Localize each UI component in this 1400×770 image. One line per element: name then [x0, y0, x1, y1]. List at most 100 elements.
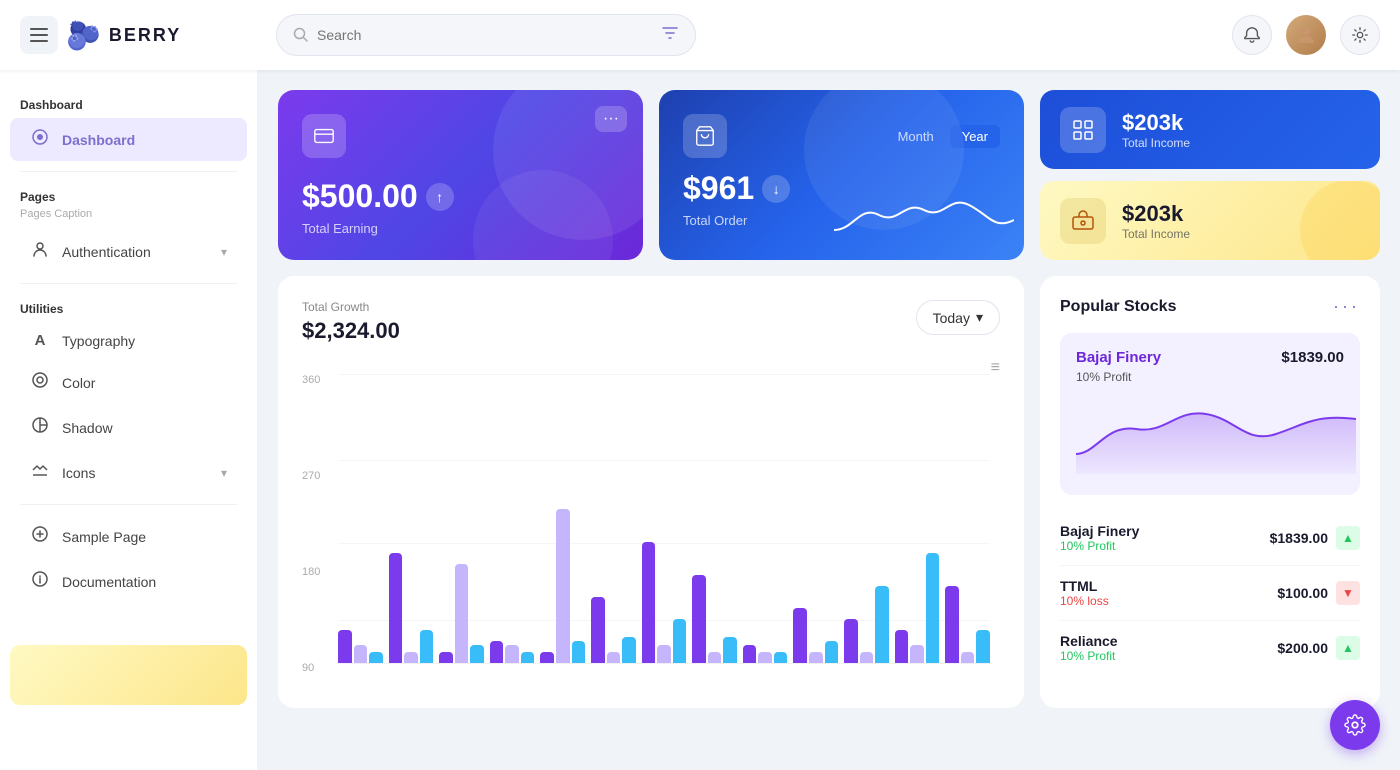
bar-light-9: [809, 652, 823, 663]
y-label-180: 180: [302, 566, 320, 578]
sidebar-item-typography[interactable]: A Typography: [10, 322, 247, 359]
bar-light-1: [404, 652, 418, 663]
bar-purple-5: [591, 597, 605, 663]
search-icon: [293, 27, 309, 43]
order-card: Month Year $961 ↓ Total Order: [659, 90, 1024, 260]
earning-card: ··· $500.00 ↑ Total Earning: [278, 90, 643, 260]
bar-light-5: [607, 652, 621, 663]
bar-light-6: [657, 645, 671, 663]
chart-bars-area: [338, 374, 990, 664]
bar-group-10: [844, 374, 889, 663]
sidebar-item-authentication[interactable]: Authentication ▾: [10, 230, 247, 273]
toggle-year-button[interactable]: Year: [950, 125, 1000, 148]
bottom-row: Total Growth $2,324.00 Today ▾ ≡: [278, 276, 1380, 708]
notification-button[interactable]: [1232, 15, 1272, 55]
bar-purple-7: [692, 575, 706, 663]
bar-purple-0: [338, 630, 352, 663]
section-label-pages: Pages: [0, 182, 257, 208]
income-card-yellow: $203k Total Income: [1040, 181, 1380, 260]
stock-badge-2: ▲: [1336, 636, 1360, 660]
bar-cyan-1: [420, 630, 434, 663]
stock-price-1: $100.00: [1277, 585, 1328, 601]
fab-settings-button[interactable]: [1330, 700, 1380, 750]
typography-icon: A: [30, 332, 50, 349]
bar-purple-6: [642, 542, 656, 663]
bar-group-4: [540, 374, 585, 663]
bar-cyan-6: [673, 619, 687, 663]
stocks-header: Popular Stocks ···: [1060, 296, 1360, 317]
bar-cyan-4: [572, 641, 586, 663]
stocks-title: Popular Stocks: [1060, 298, 1176, 316]
typography-label: Typography: [62, 333, 135, 349]
income-blue-icon: [1060, 107, 1106, 153]
bar-group-0: [338, 374, 383, 663]
auth-icon: [30, 240, 50, 263]
stock-name-2: Reliance: [1060, 633, 1118, 649]
earning-label: Total Earning: [302, 221, 619, 236]
pages-caption: Pages Caption: [0, 208, 257, 228]
sidebar-item-icons[interactable]: Icons ▾: [10, 451, 247, 494]
bar-purple-8: [743, 645, 757, 663]
chart-area: ≡ 360 270 180 90: [302, 364, 1000, 684]
bar-cyan-2: [470, 645, 484, 663]
earning-menu-button[interactable]: ···: [595, 106, 627, 132]
bar-cyan-12: [976, 630, 990, 663]
featured-stock: Bajaj Finery $1839.00 10% Profit: [1060, 333, 1360, 495]
sidebar-item-dashboard[interactable]: Dashboard: [10, 118, 247, 161]
today-filter-button[interactable]: Today ▾: [916, 300, 1000, 335]
sidebar-item-documentation[interactable]: Documentation: [10, 560, 247, 603]
stock-row-2: Reliance 10% Profit $200.00 ▲: [1060, 621, 1360, 675]
chevron-down-icon: ▾: [976, 309, 983, 326]
chart-card: Total Growth $2,324.00 Today ▾ ≡: [278, 276, 1024, 708]
auth-label: Authentication: [62, 244, 151, 260]
earning-trend-icon: ↑: [426, 183, 454, 211]
wave-chart: [834, 190, 1014, 250]
right-cards: $203k Total Income $203k Total: [1040, 90, 1380, 260]
bar-purple-2: [439, 652, 453, 663]
stocks-card: Popular Stocks ··· Bajaj Finery $1839.00…: [1040, 276, 1380, 708]
avatar[interactable]: [1286, 15, 1326, 55]
shadow-icon: [30, 416, 50, 439]
stocks-menu-button[interactable]: ···: [1333, 296, 1360, 317]
filter-button[interactable]: [661, 24, 679, 47]
stock-sub-0: 10% Profit: [1060, 539, 1139, 553]
chart-menu-icon[interactable]: ≡: [991, 359, 1000, 377]
settings-button[interactable]: [1340, 15, 1380, 55]
bar-purple-11: [895, 630, 909, 663]
cards-row: ··· $500.00 ↑ Total Earning: [278, 90, 1380, 260]
stock-badge-0: ▲: [1336, 526, 1360, 550]
color-icon: [30, 371, 50, 394]
stock-row-0: Bajaj Finery 10% Profit $1839.00 ▲: [1060, 511, 1360, 566]
auth-chevron: ▾: [221, 245, 227, 259]
featured-chart: [1076, 394, 1356, 474]
bar-purple-4: [540, 652, 554, 663]
dashboard-icon: [30, 128, 50, 151]
toggle-buttons: Month Year: [886, 125, 1000, 148]
income-blue-label: Total Income: [1122, 136, 1190, 150]
bar-group-3: [490, 374, 535, 663]
sidebar-item-shadow[interactable]: Shadow: [10, 406, 247, 449]
search-input[interactable]: [317, 27, 653, 43]
income-blue-amount: $203k: [1122, 110, 1190, 136]
main-layout: Dashboard Dashboard Pages Pages Caption …: [0, 70, 1400, 770]
y-label-90: 90: [302, 662, 320, 674]
documentation-label: Documentation: [62, 574, 156, 590]
toggle-month-button[interactable]: Month: [886, 125, 946, 148]
sidebar-item-color[interactable]: Color: [10, 361, 247, 404]
search-bar: [276, 14, 696, 56]
bar-light-11: [910, 645, 924, 663]
app-name: BERRY: [109, 25, 181, 46]
bar-light-4: [556, 509, 570, 663]
stock-name-0: Bajaj Finery: [1060, 523, 1139, 539]
sample-page-icon: [30, 525, 50, 548]
bar-purple-1: [389, 553, 403, 663]
earning-amount: $500.00 ↑: [302, 178, 619, 215]
icons-chevron: ▾: [221, 466, 227, 480]
stock-name-1: TTML: [1060, 578, 1109, 594]
hamburger-button[interactable]: [20, 16, 58, 54]
bar-purple-10: [844, 619, 858, 663]
income-card-blue: $203k Total Income: [1040, 90, 1380, 169]
sidebar-item-sample-page[interactable]: Sample Page: [10, 515, 247, 558]
sidebar: Dashboard Dashboard Pages Pages Caption …: [0, 70, 258, 770]
bar-purple-12: [945, 586, 959, 663]
